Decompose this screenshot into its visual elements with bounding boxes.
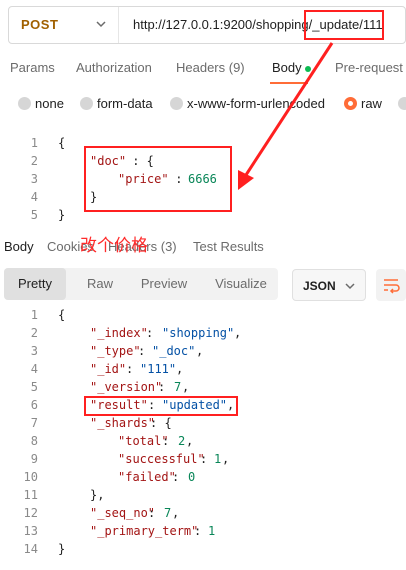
line-number: 11 (23, 488, 38, 502)
line-number: 3 (30, 344, 38, 358)
line-number: 1 (30, 308, 38, 322)
response-tabs: Body Cookies Headers (3) Test Results (0, 236, 406, 260)
code-key: "_type" (90, 344, 141, 358)
format-select[interactable]: JSON (292, 269, 366, 301)
line-number: 2 (30, 326, 38, 340)
line-number: 9 (30, 452, 38, 466)
result-highlight-box (84, 396, 238, 416)
tab-authorization[interactable]: Authorization (76, 60, 152, 75)
line-number: 5 (30, 208, 38, 222)
code-punc: , (176, 362, 184, 376)
code-value: 2 (178, 434, 186, 448)
code-key: "total" (118, 434, 169, 448)
tab-headers[interactable]: Headers (9) (176, 60, 245, 75)
line-number: 3 (30, 172, 38, 186)
line-number: 1 (30, 136, 38, 150)
code-punc: : (200, 452, 215, 466)
radio-circle-selected (344, 97, 357, 110)
code-value: 1 (208, 524, 216, 538)
chevron-down-icon (96, 21, 106, 28)
wrap-lines-icon (384, 279, 400, 294)
line-number: 13 (23, 524, 38, 538)
radio-label: raw (361, 96, 382, 111)
code-key: "successful" (118, 452, 205, 466)
code-key: "_primary_term" (90, 524, 199, 538)
radio-label: form-data (97, 96, 153, 111)
code-value: 1 (214, 452, 222, 466)
line-number: 5 (30, 380, 38, 394)
line-number: 4 (30, 362, 38, 376)
code-punc: : (138, 344, 153, 358)
radio-circle (398, 97, 406, 110)
code-punc: , (196, 344, 204, 358)
radio-label: none (35, 96, 64, 111)
code-brace: { (58, 308, 66, 322)
code-punc: : { (150, 416, 172, 430)
code-punc: , (222, 452, 230, 466)
code-punc: : (194, 524, 209, 538)
wrap-lines-button[interactable] (376, 269, 406, 301)
code-value: "111" (140, 362, 177, 376)
tab-response-body[interactable]: Body (4, 239, 34, 254)
line-number: 4 (30, 190, 38, 204)
code-punc: , (186, 434, 194, 448)
view-mode-bar: Pretty Raw Preview Visualize (4, 268, 278, 300)
radio-label: x-www-form-urlencoded (187, 96, 325, 111)
code-punc: : (158, 380, 173, 394)
method-label: POST (21, 17, 59, 32)
view-visualize-button[interactable]: Visualize (204, 268, 278, 300)
view-raw-button[interactable]: Raw (72, 268, 128, 300)
radio-circle (170, 97, 183, 110)
code-value: "shopping" (162, 326, 235, 340)
chevron-down-icon (345, 283, 355, 290)
body-type-radios: none form-data x-www-form-urlencoded raw (0, 92, 406, 116)
code-key: "_index" (90, 326, 148, 340)
request-body-highlight-box (84, 146, 232, 212)
line-number: 14 (23, 542, 38, 556)
tab-body[interactable]: Body (272, 60, 302, 75)
active-tab-indicator (270, 82, 308, 84)
code-punc: : (126, 362, 141, 376)
tab-pre-request[interactable]: Pre-request (335, 60, 403, 75)
line-number: 8 (30, 434, 38, 448)
code-punc: : (148, 506, 163, 520)
body-modified-dot (305, 66, 311, 72)
line-number: 12 (23, 506, 38, 520)
code-brace: } (58, 542, 66, 556)
tab-params[interactable]: Params (10, 60, 55, 75)
code-punc: : (146, 326, 161, 340)
radio-circle (18, 97, 31, 110)
code-punc: : (172, 470, 187, 484)
line-number: 2 (30, 154, 38, 168)
view-preview-button[interactable]: Preview (132, 268, 196, 300)
code-punc: , (234, 326, 242, 340)
view-pretty-button[interactable]: Pretty (4, 268, 66, 300)
code-key: "_shards" (90, 416, 156, 430)
code-brace: }, (90, 488, 105, 502)
response-body-viewer[interactable]: 1 2 3 4 5 6 7 8 9 10 11 12 13 14 { "_ind… (0, 308, 406, 570)
tab-test-results[interactable]: Test Results (193, 239, 264, 254)
code-value: "_doc" (152, 344, 196, 358)
code-brace: } (58, 208, 66, 222)
line-number: 6 (30, 398, 38, 412)
code-brace: { (58, 136, 66, 150)
format-label: JSON (303, 279, 336, 293)
code-key: "failed" (118, 470, 176, 484)
annotation-text: 改个价格 (80, 236, 148, 256)
code-key: "_id" (90, 362, 127, 376)
request-tabs: Params Authorization Headers (9) Body Pr… (0, 52, 406, 84)
code-key: "_seq_no" (90, 506, 156, 520)
code-value: 0 (188, 470, 196, 484)
method-select[interactable]: POST (9, 7, 119, 43)
url-highlight-box (304, 10, 384, 40)
code-key: "_version" (90, 380, 163, 394)
code-punc: , (172, 506, 180, 520)
code-punc: : (162, 434, 177, 448)
code-punc: , (182, 380, 190, 394)
radio-circle (80, 97, 93, 110)
line-number: 10 (23, 470, 38, 484)
line-number: 7 (30, 416, 38, 430)
code-value: 7 (164, 506, 172, 520)
code-value: 7 (174, 380, 182, 394)
